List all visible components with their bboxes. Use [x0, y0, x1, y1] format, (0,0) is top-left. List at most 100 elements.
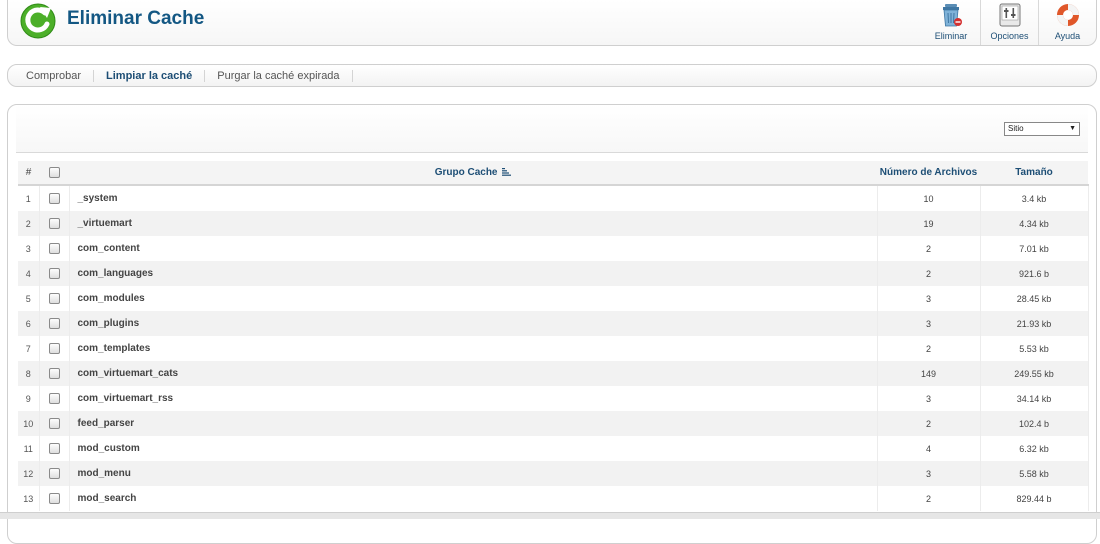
file-count: 10 [877, 185, 981, 211]
table-row: 6 com_plugins 3 21.93 kb [18, 311, 1089, 336]
row-checkbox-cell [39, 361, 70, 386]
row-checkbox[interactable] [48, 242, 60, 254]
cache-size: 829.44 b [980, 486, 1089, 511]
row-number: 6 [18, 311, 40, 336]
cache-size: 34.14 kb [980, 386, 1089, 411]
row-checkbox[interactable] [48, 342, 60, 354]
row-checkbox[interactable] [48, 492, 60, 504]
table-row: 2 _virtuemart 19 4.34 kb [18, 211, 1089, 236]
row-checkbox-cell [39, 386, 70, 411]
row-checkbox[interactable] [48, 317, 60, 329]
row-checkbox[interactable] [48, 367, 60, 379]
file-count: 3 [877, 386, 981, 411]
table-header-row: # Grupo Cache Número de Archivos Tamaño [18, 161, 1088, 186]
row-checkbox-cell [39, 411, 70, 436]
table-row: 10 feed_parser 2 102.4 b [18, 411, 1089, 436]
delete-button-label: Eliminar [934, 31, 968, 41]
client-filter-select[interactable]: Sitio ▼ [1004, 122, 1080, 136]
cache-group-name: com_modules [69, 286, 878, 311]
row-checkbox-cell [39, 461, 70, 486]
cache-size: 5.53 kb [980, 336, 1089, 361]
file-count: 3 [877, 311, 981, 336]
page-header: Eliminar Cache Eliminar Opciones Ayuda [7, 0, 1097, 46]
cache-group-name: _virtuemart [69, 211, 878, 236]
file-count: 149 [877, 361, 981, 386]
chevron-down-icon: ▼ [1069, 125, 1076, 132]
cache-group-name: com_content [69, 236, 878, 261]
table-row: 11 mod_custom 4 6.32 kb [18, 436, 1089, 461]
help-lifebuoy-icon [1056, 4, 1079, 26]
cache-size: 21.93 kb [980, 311, 1089, 336]
cache-group-name: mod_search [69, 486, 878, 511]
cache-group-name: feed_parser [69, 411, 878, 436]
row-number: 3 [18, 236, 40, 261]
column-header-group-label[interactable]: Grupo Cache [435, 167, 498, 178]
options-icon [999, 3, 1020, 27]
column-header-group[interactable]: Grupo Cache [69, 161, 877, 186]
delete-button[interactable]: Eliminar [922, 0, 980, 45]
cache-group-name: mod_custom [69, 436, 878, 461]
column-header-size[interactable]: Tamaño [980, 161, 1088, 186]
table-row: 8 com_virtuemart_cats 149 249.55 kb [18, 361, 1089, 386]
cache-size: 6.32 kb [980, 436, 1089, 461]
table-row: 3 com_content 2 7.01 kb [18, 236, 1089, 261]
help-button[interactable]: Ayuda [1038, 0, 1096, 45]
cache-group-name: _system [69, 185, 878, 211]
page-title: Eliminar Cache [67, 8, 205, 29]
trash-icon [943, 4, 962, 27]
row-checkbox[interactable] [48, 392, 60, 404]
cache-group-name: com_templates [69, 336, 878, 361]
cache-refresh-logo-icon [20, 3, 56, 39]
row-checkbox-cell [39, 286, 70, 311]
cache-size: 249.55 kb [980, 361, 1089, 386]
row-checkbox[interactable] [48, 267, 60, 279]
row-number: 12 [18, 461, 40, 486]
file-count: 3 [877, 461, 981, 486]
row-number: 10 [18, 411, 40, 436]
submenu-item-check[interactable]: Comprobar [14, 69, 95, 82]
row-checkbox[interactable] [48, 442, 60, 454]
table-row: 12 mod_menu 3 5.58 kb [18, 461, 1089, 486]
column-header-files[interactable]: Número de Archivos [877, 161, 980, 186]
column-header-number: # [18, 161, 39, 186]
table-row: 4 com_languages 2 921.6 b [18, 261, 1089, 286]
row-checkbox-cell [39, 311, 70, 336]
row-checkbox[interactable] [48, 417, 60, 429]
row-checkbox-cell [39, 211, 70, 236]
table-body: 1 _system 10 3.4 kb 2 _virtuemart 19 4.34 kb 3 co… [18, 185, 1089, 511]
table-row: 1 _system 10 3.4 kb [18, 185, 1089, 211]
file-count: 2 [877, 236, 981, 261]
row-number: 11 [18, 436, 40, 461]
cache-group-name: com_virtuemart_rss [69, 386, 878, 411]
file-count: 2 [877, 411, 981, 436]
main-panel: Sitio ▼ # Grupo Cache Número de Archivos… [7, 104, 1097, 544]
submenu-item-purge-expired[interactable]: Purgar la caché expirada [205, 69, 353, 82]
cache-group-name: mod_menu [69, 461, 878, 486]
file-count: 4 [877, 436, 981, 461]
row-checkbox[interactable] [48, 292, 60, 304]
sort-icon[interactable] [502, 168, 512, 177]
row-checkbox[interactable] [48, 217, 60, 229]
options-button-label: Opciones [990, 31, 1029, 41]
row-checkbox-cell [39, 236, 70, 261]
row-checkbox[interactable] [48, 192, 60, 204]
client-filter-value: Sitio [1008, 124, 1024, 133]
options-button[interactable]: Opciones [980, 0, 1038, 45]
row-checkbox-cell [39, 185, 70, 211]
submenu-item-clear-cache[interactable]: Limpiar la caché [94, 69, 206, 82]
file-count: 2 [877, 486, 981, 511]
column-header-checkall [39, 161, 69, 186]
row-number: 4 [18, 261, 40, 286]
submenu: Comprobar Limpiar la caché Purgar la cac… [7, 64, 1097, 87]
select-all-checkbox[interactable] [48, 166, 60, 178]
table-row: 5 com_modules 3 28.45 kb [18, 286, 1089, 311]
cache-size: 7.01 kb [980, 236, 1089, 261]
row-checkbox[interactable] [48, 467, 60, 479]
cache-size: 102.4 b [980, 411, 1089, 436]
cache-size: 28.45 kb [980, 286, 1089, 311]
row-number: 5 [18, 286, 40, 311]
table-row: 13 mod_search 2 829.44 b [18, 486, 1089, 511]
row-number: 13 [18, 486, 40, 511]
filter-bar: Sitio ▼ [16, 105, 1088, 153]
help-button-label: Ayuda [1054, 31, 1081, 41]
